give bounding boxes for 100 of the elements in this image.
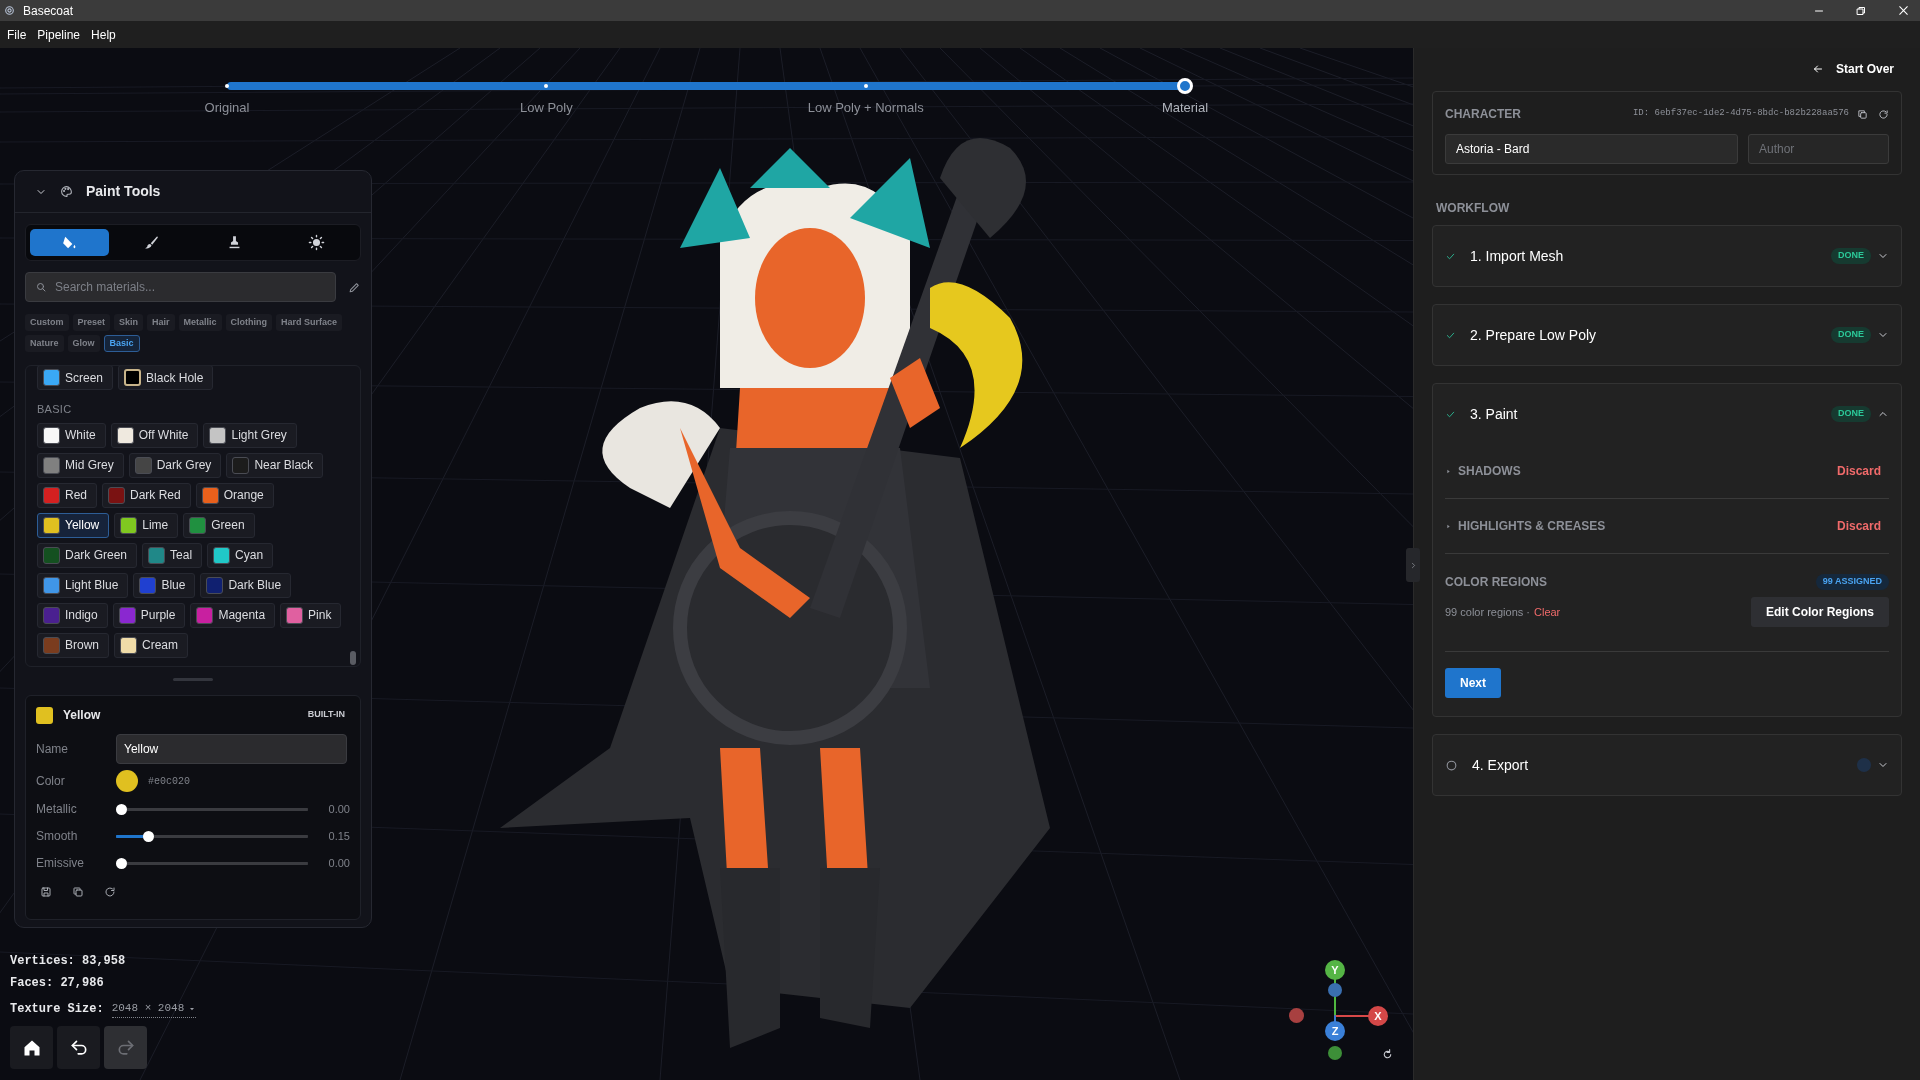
discard-link[interactable]: Discard xyxy=(1836,517,1881,535)
material-chip[interactable]: White xyxy=(37,422,106,448)
material-chip[interactable]: Yellow xyxy=(37,512,110,538)
stage-label[interactable]: Original xyxy=(204,98,250,118)
next-button[interactable]: Next xyxy=(1445,668,1501,698)
save-icon[interactable] xyxy=(40,886,52,898)
slider-thumb[interactable] xyxy=(143,830,155,842)
category-chip[interactable]: Metallic xyxy=(178,314,222,331)
pencil-icon[interactable] xyxy=(348,280,361,294)
material-chip[interactable]: Dark Red xyxy=(102,482,191,508)
axis-handle[interactable] xyxy=(1328,983,1342,997)
material-chip[interactable]: Dark Blue xyxy=(200,572,292,598)
copy-icon[interactable] xyxy=(72,886,84,898)
category-chip[interactable]: Hair xyxy=(147,314,175,331)
material-chip[interactable]: Purple xyxy=(112,602,186,628)
character-id: ID: 6ebf37ec-1de2-4d75-8bdc-b82b228aa576 xyxy=(1632,107,1849,121)
scrollbar-thumb[interactable] xyxy=(350,651,356,665)
material-chip[interactable]: Black Hole xyxy=(118,366,214,390)
hex-value: #e0c020 xyxy=(148,774,190,789)
orientation-gizmo[interactable]: Y X Z xyxy=(1285,956,1391,1062)
section-label: COLOR REGIONS xyxy=(1445,574,1547,591)
material-chip[interactable]: Green xyxy=(183,512,255,538)
face-count: Faces: 27,986 xyxy=(10,975,105,992)
panel-toggle[interactable] xyxy=(1406,548,1420,582)
material-chip[interactable]: Red xyxy=(37,482,97,508)
material-chip[interactable]: Light Blue xyxy=(37,572,129,598)
expand-icon[interactable] xyxy=(1445,522,1452,530)
start-over-button[interactable]: Start Over xyxy=(1811,60,1894,78)
category-chip[interactable]: Skin xyxy=(114,314,144,331)
layer-label[interactable]: SHADOWS xyxy=(1458,462,1521,480)
material-chip[interactable]: Cream xyxy=(114,632,189,658)
material-chip[interactable]: Near Black xyxy=(226,452,324,478)
material-chip[interactable]: Dark Green xyxy=(37,542,138,568)
category-chip[interactable]: Custom xyxy=(25,314,69,331)
stage-label[interactable]: Low Poly + Normals xyxy=(807,98,924,118)
menu-item[interactable]: Help xyxy=(91,25,116,44)
assigned-badge: 99 ASSIGNED xyxy=(1815,574,1889,590)
color-picker[interactable] xyxy=(116,770,138,792)
vertex-count: Vertices: 83,958 xyxy=(10,953,127,970)
copy-icon[interactable] xyxy=(1857,108,1868,120)
material-chip[interactable]: Lime xyxy=(114,512,179,538)
slider-thumb[interactable] xyxy=(116,857,127,869)
category-chip[interactable]: Nature xyxy=(25,335,64,352)
material-chip[interactable]: Brown xyxy=(37,632,109,658)
axis-handle[interactable]: X xyxy=(1368,1006,1388,1026)
axis-handle[interactable]: Z xyxy=(1325,1021,1345,1041)
resize-handle[interactable] xyxy=(173,678,213,681)
slider-value: 0.00 xyxy=(328,801,350,817)
category-chip[interactable]: Preset xyxy=(72,314,111,331)
category-chip[interactable]: Glow xyxy=(67,335,100,352)
slider-label: Emissive xyxy=(36,855,85,872)
discard-link[interactable]: Discard xyxy=(1836,462,1881,480)
category-chip[interactable]: Hard Surface xyxy=(276,314,343,331)
material-chip[interactable]: Pink xyxy=(280,602,342,628)
slider-thumb[interactable] xyxy=(116,803,127,815)
layer-label[interactable]: HIGHLIGHTS & CREASES xyxy=(1458,517,1606,535)
slider-label: Metallic xyxy=(36,801,78,818)
texture-size-dropdown[interactable]: 2048 × 2048 xyxy=(111,1000,197,1018)
material-chip[interactable]: Light Grey xyxy=(203,422,297,448)
material-chip[interactable]: Dark Grey xyxy=(128,452,222,478)
axis-handle[interactable] xyxy=(1289,1008,1304,1023)
restore-icon[interactable] xyxy=(1855,4,1867,17)
menu-item[interactable]: Pipeline xyxy=(37,25,81,44)
material-chip[interactable]: Blue xyxy=(133,572,196,598)
material-chip[interactable]: Mid Grey xyxy=(37,452,124,478)
reset-icon[interactable] xyxy=(104,886,116,898)
step-title[interactable]: 2. Prepare Low Poly xyxy=(1470,324,1597,346)
material-chip[interactable]: Teal xyxy=(142,542,203,568)
step-title[interactable]: 4. Export xyxy=(1472,754,1529,776)
name-input[interactable]: Yellow xyxy=(116,734,347,764)
section-label: CHARACTER xyxy=(1445,106,1521,123)
stage-label[interactable]: Low Poly xyxy=(519,98,573,118)
material-chip[interactable]: Off White xyxy=(110,422,199,448)
material-chip[interactable]: Screen xyxy=(37,366,114,390)
step-title[interactable]: 1. Import Mesh xyxy=(1470,245,1564,267)
clear-link[interactable]: Clear xyxy=(1534,603,1561,621)
search-field[interactable]: Search materials... xyxy=(25,272,337,302)
status-badge: DONE xyxy=(1831,327,1871,343)
menu-item[interactable]: File xyxy=(7,25,27,44)
step-title[interactable]: 3. Paint xyxy=(1470,403,1518,425)
view-button[interactable] xyxy=(57,1026,100,1069)
view-button[interactable] xyxy=(10,1026,53,1069)
rotate-icon[interactable] xyxy=(1381,1048,1394,1061)
material-chip[interactable]: Cyan xyxy=(207,542,274,568)
stage-label[interactable]: Material xyxy=(1161,98,1209,118)
material-chip[interactable]: Indigo xyxy=(37,602,108,628)
slider-label: Smooth xyxy=(36,828,79,845)
edit-color-regions-button[interactable]: Edit Color Regions xyxy=(1751,597,1889,627)
author-input[interactable]: Author xyxy=(1748,134,1889,164)
axis-handle[interactable] xyxy=(1328,1046,1342,1060)
close-icon[interactable] xyxy=(1897,4,1910,17)
category-chip[interactable]: Basic xyxy=(103,335,140,352)
refresh-icon[interactable] xyxy=(1878,108,1889,120)
stage-thumb[interactable] xyxy=(1177,78,1193,94)
name-input[interactable]: Astoria - Bard xyxy=(1445,134,1738,164)
material-chip[interactable]: Magenta xyxy=(190,602,276,628)
material-chip[interactable]: Orange xyxy=(195,482,274,508)
category-chip[interactable]: Clothing xyxy=(225,314,273,331)
paint-bucket-icon xyxy=(60,234,78,251)
expand-icon[interactable] xyxy=(1445,467,1452,475)
